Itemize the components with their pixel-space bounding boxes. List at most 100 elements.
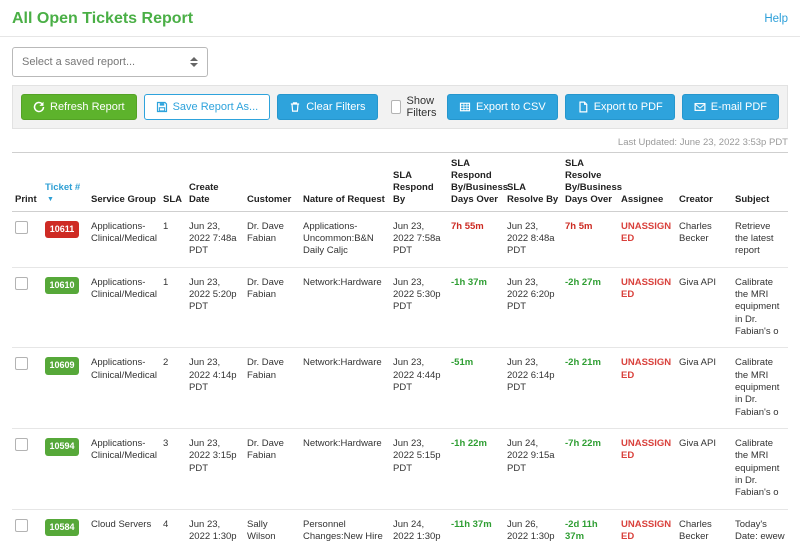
service-group-cell: Applications-Clinical/Medical — [88, 267, 160, 348]
assignee-cell: UNASSIGNED — [618, 348, 676, 429]
toolbar-left-group: Refresh Report Save Report As... Clear F… — [21, 94, 447, 120]
clear-filters-button[interactable]: Clear Filters — [277, 94, 377, 120]
creator-cell: Giva API — [676, 267, 732, 348]
subject-cell: Today's Date: ewew Hire or Termination D… — [732, 509, 788, 544]
ticket-cell: 10610 — [42, 267, 88, 348]
sla-respond-by-cell: Jun 23, 2022 5:15p PDT — [390, 428, 448, 509]
show-filters-checkbox[interactable] — [391, 100, 401, 114]
email-pdf-button[interactable]: E-mail PDF — [682, 94, 779, 120]
creator-cell: Giva API — [676, 348, 732, 429]
saved-report-select[interactable]: Select a saved report... — [12, 47, 208, 77]
save-report-as-button[interactable]: Save Report As... — [144, 94, 271, 120]
export-csv-button[interactable]: Export to CSV — [447, 94, 558, 120]
service-group-cell: Applications-Clinical/Medical — [88, 348, 160, 429]
col-ticket-number[interactable]: Ticket #▼ — [42, 153, 88, 212]
ticket-badge[interactable]: 10611 — [45, 221, 79, 239]
customer-cell: Dr. Dave Fabian — [244, 211, 300, 267]
sla-resolve-by-cell: Jun 24, 2022 9:15a PDT — [504, 428, 562, 509]
ticket-badge[interactable]: 10594 — [45, 438, 79, 456]
print-cell — [12, 428, 42, 509]
sla-resolve-over-cell: 7h 5m — [562, 211, 618, 267]
sla-resolve-by-cell: Jun 23, 2022 6:20p PDT — [504, 267, 562, 348]
col-nature-of-request[interactable]: Nature of Request — [300, 153, 390, 212]
sla-respond-by-cell: Jun 23, 2022 7:58a PDT — [390, 211, 448, 267]
creator-cell: Charles Becker — [676, 509, 732, 544]
nature-of-request-cell: Network:Hardware — [300, 348, 390, 429]
report-toolbar: Refresh Report Save Report As... Clear F… — [12, 85, 788, 129]
ticket-badge[interactable]: 10584 — [45, 519, 79, 537]
saved-report-row: Select a saved report... — [0, 37, 800, 85]
col-sla[interactable]: SLA — [160, 153, 186, 212]
csv-grid-icon — [459, 101, 471, 113]
page-header: All Open Tickets Report Help — [0, 0, 800, 37]
toolbar-right-group: Export to CSV Export to PDF E-mail PDF — [447, 94, 779, 120]
table-row: 10584 Cloud Servers 4 Jun 23, 2022 1:30p… — [12, 509, 788, 544]
print-checkbox[interactable] — [15, 438, 28, 451]
table-header-row: Print Ticket #▼ Service Group SLA Create… — [12, 153, 788, 212]
sla-respond-over-cell: -1h 22m — [448, 428, 504, 509]
print-cell — [12, 211, 42, 267]
create-date-cell: Jun 23, 2022 7:48a PDT — [186, 211, 244, 267]
help-link[interactable]: Help — [764, 13, 788, 25]
sla-respond-over-cell: -11h 37m — [448, 509, 504, 544]
service-group-cell: Cloud Servers — [88, 509, 160, 544]
col-sla-respond-by[interactable]: SLA Respond By — [390, 153, 448, 212]
service-group-cell: Applications-Clinical/Medical — [88, 211, 160, 267]
refresh-report-button[interactable]: Refresh Report — [21, 94, 137, 120]
sla-respond-over-cell: 7h 55m — [448, 211, 504, 267]
col-print: Print — [12, 153, 42, 212]
print-checkbox[interactable] — [15, 221, 28, 234]
col-creator[interactable]: Creator — [676, 153, 732, 212]
tickets-table: Print Ticket #▼ Service Group SLA Create… — [12, 152, 788, 544]
print-checkbox[interactable] — [15, 519, 28, 532]
customer-cell: Dr. Dave Fabian — [244, 348, 300, 429]
envelope-icon — [694, 101, 706, 113]
page-title: All Open Tickets Report — [12, 10, 193, 28]
saved-report-select-value: Select a saved report... — [22, 56, 135, 68]
sla-cell: 2 — [160, 348, 186, 429]
sla-resolve-over-cell: -2h 27m — [562, 267, 618, 348]
col-customer[interactable]: Customer — [244, 153, 300, 212]
sla-cell: 1 — [160, 267, 186, 348]
sla-resolve-over-cell: -7h 22m — [562, 428, 618, 509]
col-subject[interactable]: Subject — [732, 153, 788, 212]
ticket-badge[interactable]: 10610 — [45, 277, 79, 295]
sla-resolve-by-cell: Jun 23, 2022 6:14p PDT — [504, 348, 562, 429]
table-row: 10609 Applications-Clinical/Medical 2 Ju… — [12, 348, 788, 429]
show-filters-toggle[interactable]: Show Filters — [391, 95, 447, 119]
col-service-group[interactable]: Service Group — [88, 153, 160, 212]
col-sla-respond-over[interactable]: SLA Respond By/Business Days Over — [448, 153, 504, 212]
refresh-icon — [33, 101, 45, 113]
print-checkbox[interactable] — [15, 357, 28, 370]
trash-icon — [289, 101, 301, 113]
ticket-badge[interactable]: 10609 — [45, 357, 79, 375]
ticket-cell: 10611 — [42, 211, 88, 267]
ticket-cell: 10594 — [42, 428, 88, 509]
nature-of-request-cell: Applications-Uncommon:B&N Daily Caljc — [300, 211, 390, 267]
sla-respond-over-cell: -51m — [448, 348, 504, 429]
col-sla-resolve-over[interactable]: SLA Resolve By/Business Days Over — [562, 153, 618, 212]
sla-respond-by-cell: Jun 23, 2022 4:44p PDT — [390, 348, 448, 429]
creator-cell: Giva API — [676, 428, 732, 509]
sla-resolve-over-cell: -2d 11h 37m — [562, 509, 618, 544]
col-assignee[interactable]: Assignee — [618, 153, 676, 212]
sla-resolve-by-cell: Jun 26, 2022 1:30p PDT — [504, 509, 562, 544]
subject-cell: Calibrate the MRI equipment in Dr. Fabia… — [732, 348, 788, 429]
assignee-cell: UNASSIGNED — [618, 509, 676, 544]
col-create-date[interactable]: Create Date — [186, 153, 244, 212]
sla-respond-by-cell: Jun 23, 2022 5:30p PDT — [390, 267, 448, 348]
export-pdf-button[interactable]: Export to PDF — [565, 94, 675, 120]
print-checkbox[interactable] — [15, 277, 28, 290]
customer-cell: Dr. Dave Fabian — [244, 428, 300, 509]
all-open-tickets-report-page: All Open Tickets Report Help Select a sa… — [0, 0, 800, 544]
service-group-cell: Applications-Clinical/Medical — [88, 428, 160, 509]
subject-cell: Calibrate the MRI equipment in Dr. Fabia… — [732, 267, 788, 348]
print-cell — [12, 509, 42, 544]
tickets-tbody: 10611 Applications-Clinical/Medical 1 Ju… — [12, 211, 788, 544]
assignee-cell: UNASSIGNED — [618, 428, 676, 509]
creator-cell: Charles Becker — [676, 211, 732, 267]
subject-cell: Calibrate the MRI equipment in Dr. Fabia… — [732, 428, 788, 509]
sla-resolve-over-cell: -2h 21m — [562, 348, 618, 429]
sla-cell: 4 — [160, 509, 186, 544]
col-sla-resolve-by[interactable]: SLA Resolve By — [504, 153, 562, 212]
